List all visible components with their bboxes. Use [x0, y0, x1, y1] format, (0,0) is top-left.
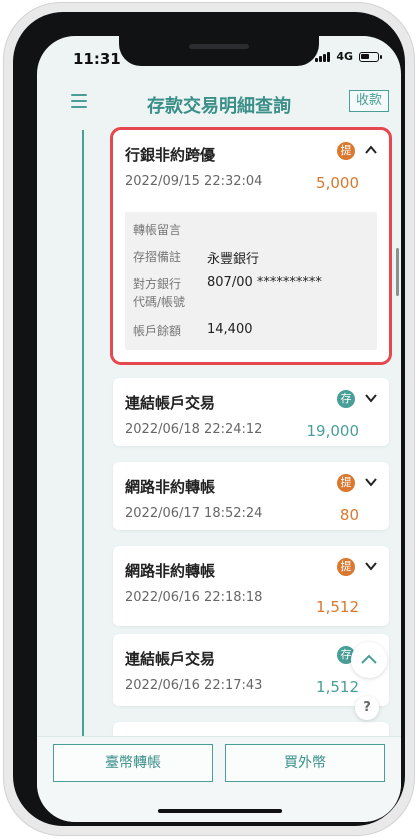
transaction-amount: 5,000: [316, 174, 359, 192]
transaction-amount: 80: [339, 506, 359, 524]
withdraw-badge: 提: [337, 558, 355, 576]
twd-transfer-button[interactable]: 臺幣轉帳: [53, 744, 213, 782]
note-label: 存摺備註: [133, 250, 182, 264]
transaction-datetime: 2022/06/18 22:24:12: [125, 422, 263, 437]
help-button[interactable]: ?: [355, 696, 379, 720]
camera-notch: [119, 36, 319, 66]
chevron-down-icon[interactable]: [363, 558, 379, 574]
network-label: 4G: [336, 50, 353, 63]
note-value: 永豐銀行: [207, 252, 260, 267]
page-title: 存款交易明細查詢: [147, 96, 291, 117]
balance-label: 帳戶餘額: [133, 324, 182, 338]
scroll-to-top-button[interactable]: [351, 642, 387, 678]
transaction-name: 連結帳戶交易: [125, 650, 216, 668]
app-header: 存款交易明細查詢 收款: [37, 90, 401, 130]
withdraw-badge: 提: [337, 474, 355, 492]
chevron-up-icon[interactable]: [363, 142, 379, 158]
transaction-amount: 1,512: [316, 678, 359, 696]
balance-value: 14,400: [207, 322, 253, 337]
memo-label: 轉帳留言: [133, 223, 182, 237]
transaction-name: 網路非約轉帳: [125, 478, 216, 496]
transaction-amount: 1,512: [316, 598, 359, 616]
transaction-card[interactable]: 網路非約轉帳 提 2022/06/16 22:18:18 1,512: [113, 546, 389, 626]
transaction-card[interactable]: 行銀非約跨優 提 2022/09/15 22:32:04 5,000 轉帳留言 …: [110, 127, 392, 365]
transaction-datetime: 2022/09/15 22:32:04: [125, 174, 263, 189]
status-time: 11:31: [73, 50, 121, 68]
transaction-name: 網路非約轉帳: [125, 562, 216, 580]
scrollbar[interactable]: [396, 248, 399, 296]
collapse-button[interactable]: 收款: [349, 90, 389, 112]
transaction-datetime: 2022/06/17 18:52:24: [125, 506, 263, 521]
transaction-amount: 19,000: [306, 422, 360, 440]
transaction-name: 行銀非約跨優: [125, 146, 216, 164]
transaction-card[interactable]: 網路非約轉帳 提 2022/06/17 18:52:24 80: [113, 462, 389, 530]
app-screen: 11:31 4G 存款交易明細查詢 收款 行銀非約跨優 提 2022/09/15…: [37, 36, 401, 822]
battery-icon: [359, 51, 382, 62]
transaction-card[interactable]: 連結帳戶交易 存 2022/06/18 22:24:12 19,000: [113, 378, 389, 446]
deposit-badge: 存: [337, 390, 355, 408]
transaction-datetime: 2022/06/16 22:18:18: [125, 590, 263, 605]
chevron-down-icon[interactable]: [363, 390, 379, 406]
bottom-action-bar: 臺幣轉帳 買外幣: [37, 736, 401, 822]
chevron-down-icon[interactable]: [363, 474, 379, 490]
transaction-name: 連結帳戶交易: [125, 394, 216, 412]
transaction-datetime: 2022/06/16 22:17:43: [125, 678, 263, 693]
signal-icon: [315, 51, 331, 62]
home-indicator: [158, 809, 282, 813]
status-indicators: 4G: [315, 50, 382, 63]
phone-bezel: 11:31 4G 存款交易明細查詢 收款 行銀非約跨優 提 2022/09/15…: [13, 12, 405, 826]
timeline-line: [82, 130, 84, 736]
transaction-detail-panel: 轉帳留言 存摺備註 永豐銀行 對方銀行 代碼/帳號 807/00 *******…: [125, 212, 377, 350]
buy-foreign-currency-button[interactable]: 買外幣: [225, 744, 385, 782]
counterparty-label-1: 對方銀行: [133, 277, 182, 291]
transaction-card[interactable]: 連結帳戶交易 存 2022/06/16 22:17:43 1,512: [113, 634, 389, 706]
phone-frame: 11:31 4G 存款交易明細查詢 收款 行銀非約跨優 提 2022/09/15…: [3, 2, 415, 836]
chevron-up-icon: [361, 654, 377, 664]
counterparty-value: 807/00 **********: [207, 275, 322, 290]
counterparty-label-2: 代碼/帳號: [133, 295, 186, 309]
withdraw-badge: 提: [337, 142, 355, 160]
